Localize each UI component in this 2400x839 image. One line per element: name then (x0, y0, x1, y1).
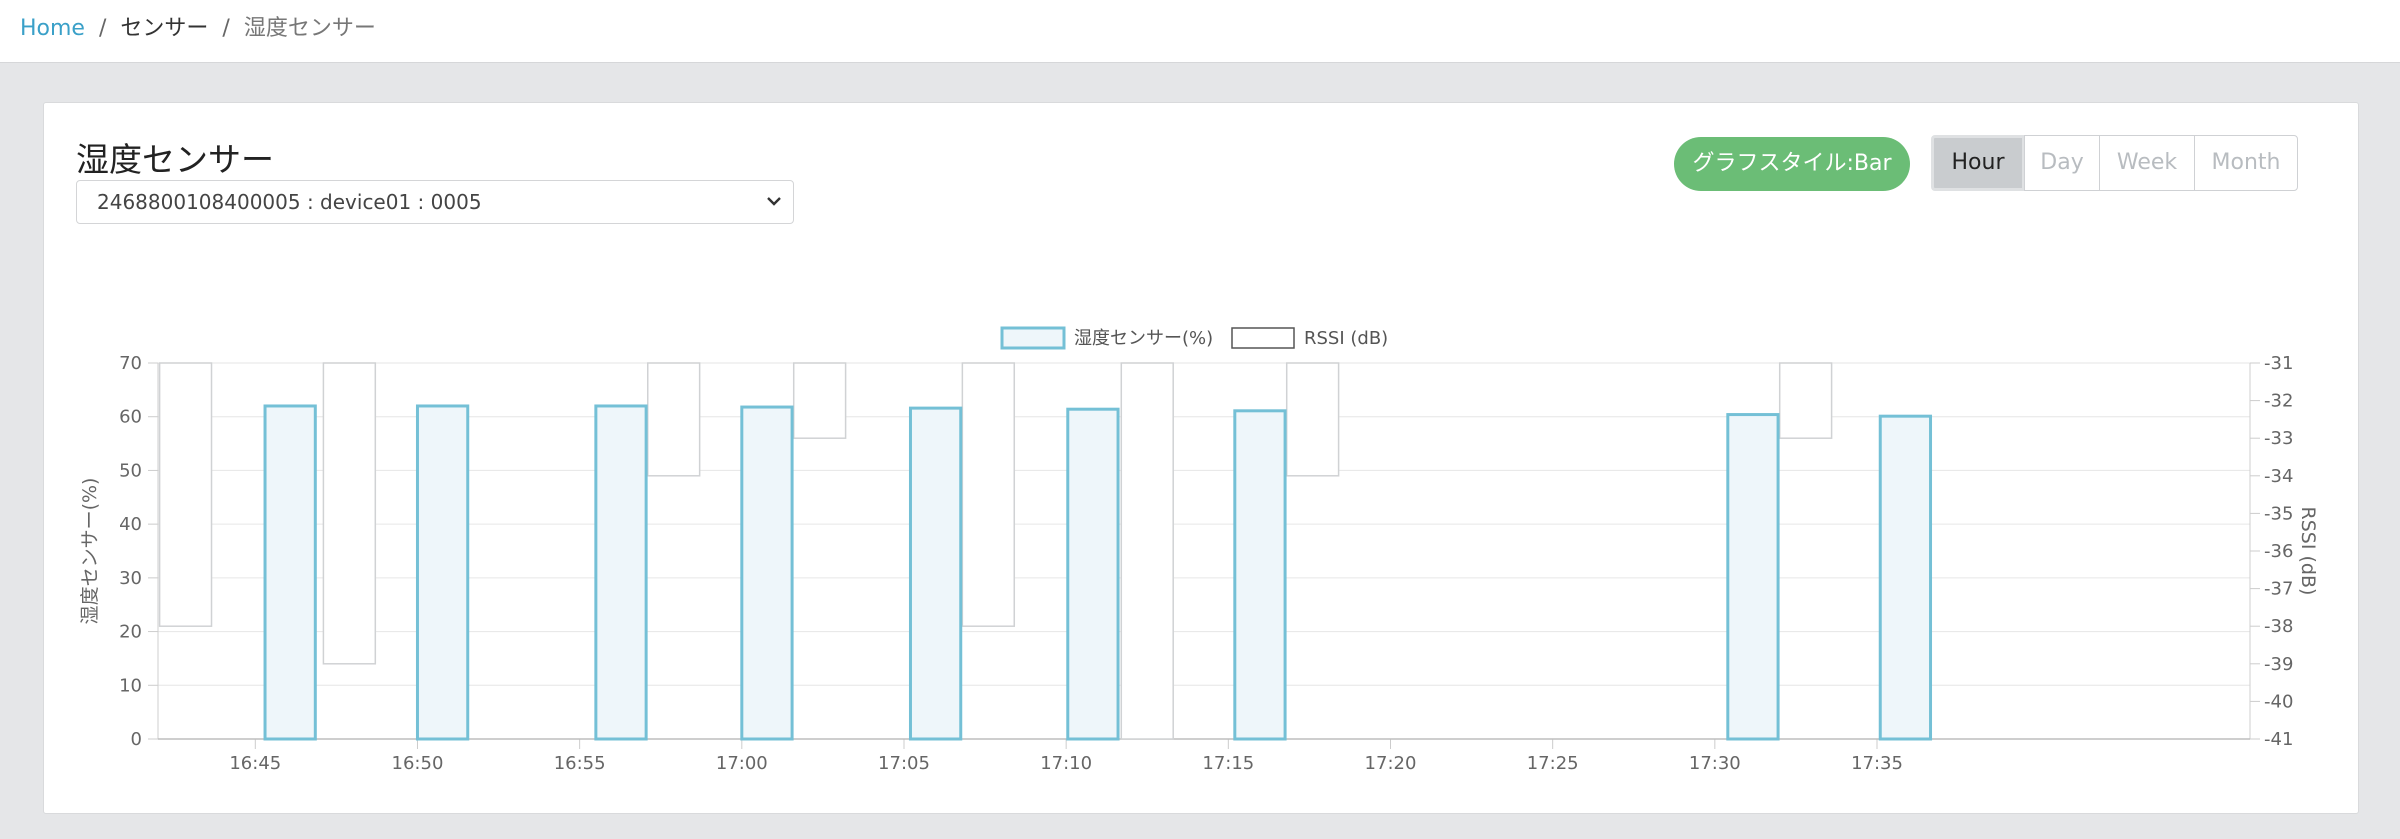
rssi-bar (1778, 362, 1833, 439)
x-tick-label: 16:45 (229, 753, 281, 774)
breadcrumb: Home / センサー / 湿度センサー (20, 14, 376, 44)
y-left-tick-label: 50 (119, 460, 142, 481)
humidity-bar (1726, 413, 1780, 741)
y-right-tick-label: -35 (2264, 503, 2293, 524)
breadcrumb-sensor[interactable]: センサー (120, 14, 208, 44)
rssi-bar (1120, 362, 1174, 740)
x-tick-label: 17:00 (716, 753, 768, 774)
y-left-tick-label: 60 (119, 407, 142, 428)
x-tick-label: 17:10 (1040, 753, 1092, 774)
breadcrumb-home-link[interactable]: Home (20, 14, 85, 44)
x-tick-label: 17:05 (878, 753, 930, 774)
humidity-bar (594, 404, 648, 741)
rssi-bar (647, 362, 701, 477)
x-tick-label: 16:55 (554, 753, 606, 774)
y-right-tick-label: -38 (2264, 616, 2293, 637)
y-right-tick-label: -40 (2264, 691, 2293, 712)
humidity-bar (1233, 409, 1287, 741)
x-tick-label: 16:50 (392, 753, 444, 774)
rssi-bar (1285, 362, 1340, 477)
legend-humidity-label: 湿度センサー(%) (1074, 328, 1213, 349)
breadcrumb-separator: / (222, 16, 230, 41)
legend-rssi-label: RSSI (dB) (1304, 328, 1388, 349)
y-left-tick-label: 20 (119, 622, 142, 643)
top-bar: Home / センサー / 湿度センサー (0, 0, 2400, 63)
legend-rssi-swatch (1231, 327, 1295, 349)
rssi-bar (322, 362, 377, 665)
humidity-bar (908, 406, 963, 741)
rssi-bar (961, 362, 1016, 627)
y-left-tick-label: 70 (119, 353, 142, 374)
y-right-tick-label: -31 (2264, 353, 2293, 374)
y-right-axis-title: RSSI (dB) (2297, 507, 2319, 596)
y-right-tick-label: -39 (2264, 654, 2293, 675)
humidity-bar (1878, 414, 1933, 741)
rssi-bar (158, 362, 213, 627)
humidity-bar (740, 405, 794, 741)
humidity-bar (415, 404, 470, 741)
breadcrumb-current: 湿度センサー (243, 16, 376, 41)
x-tick-label: 17:15 (1202, 753, 1254, 774)
humidity-bar (1066, 407, 1120, 741)
humidity-chart: 0 10 20 30 40 50 60 70 -31 -32 -33 -34 -35 -36 -37 -38 -… (79, 326, 2319, 774)
legend-humidity-swatch (1000, 326, 1066, 350)
humidity-bar (263, 404, 317, 741)
x-tick-label: 17:25 (1527, 753, 1579, 774)
sensor-card: 湿度センサー 2468800108400005 : device01 : 000… (43, 102, 2359, 814)
y-left-tick-label: 30 (119, 568, 142, 589)
y-left-tick-label: 0 (131, 729, 142, 750)
breadcrumb-separator: / (98, 16, 107, 41)
x-tick-label: 17:35 (1851, 753, 1903, 774)
rssi-bar (792, 362, 847, 439)
y-right-tick-label: -36 (2264, 541, 2293, 562)
y-right-tick-label: -32 (2264, 391, 2293, 412)
y-right-tick-label: -41 (2264, 729, 2293, 750)
y-left-tick-label: 10 (119, 675, 142, 696)
y-right-tick-label: -34 (2264, 466, 2293, 487)
y-left-tick-label: 40 (119, 514, 142, 535)
x-tick-label: 17:30 (1689, 753, 1741, 774)
y-right-tick-label: -33 (2264, 428, 2293, 449)
y-left-axis-title: 湿度センサー(%) (79, 478, 101, 625)
y-right-tick-label: -37 (2264, 579, 2293, 600)
x-tick-label: 17:20 (1365, 753, 1417, 774)
